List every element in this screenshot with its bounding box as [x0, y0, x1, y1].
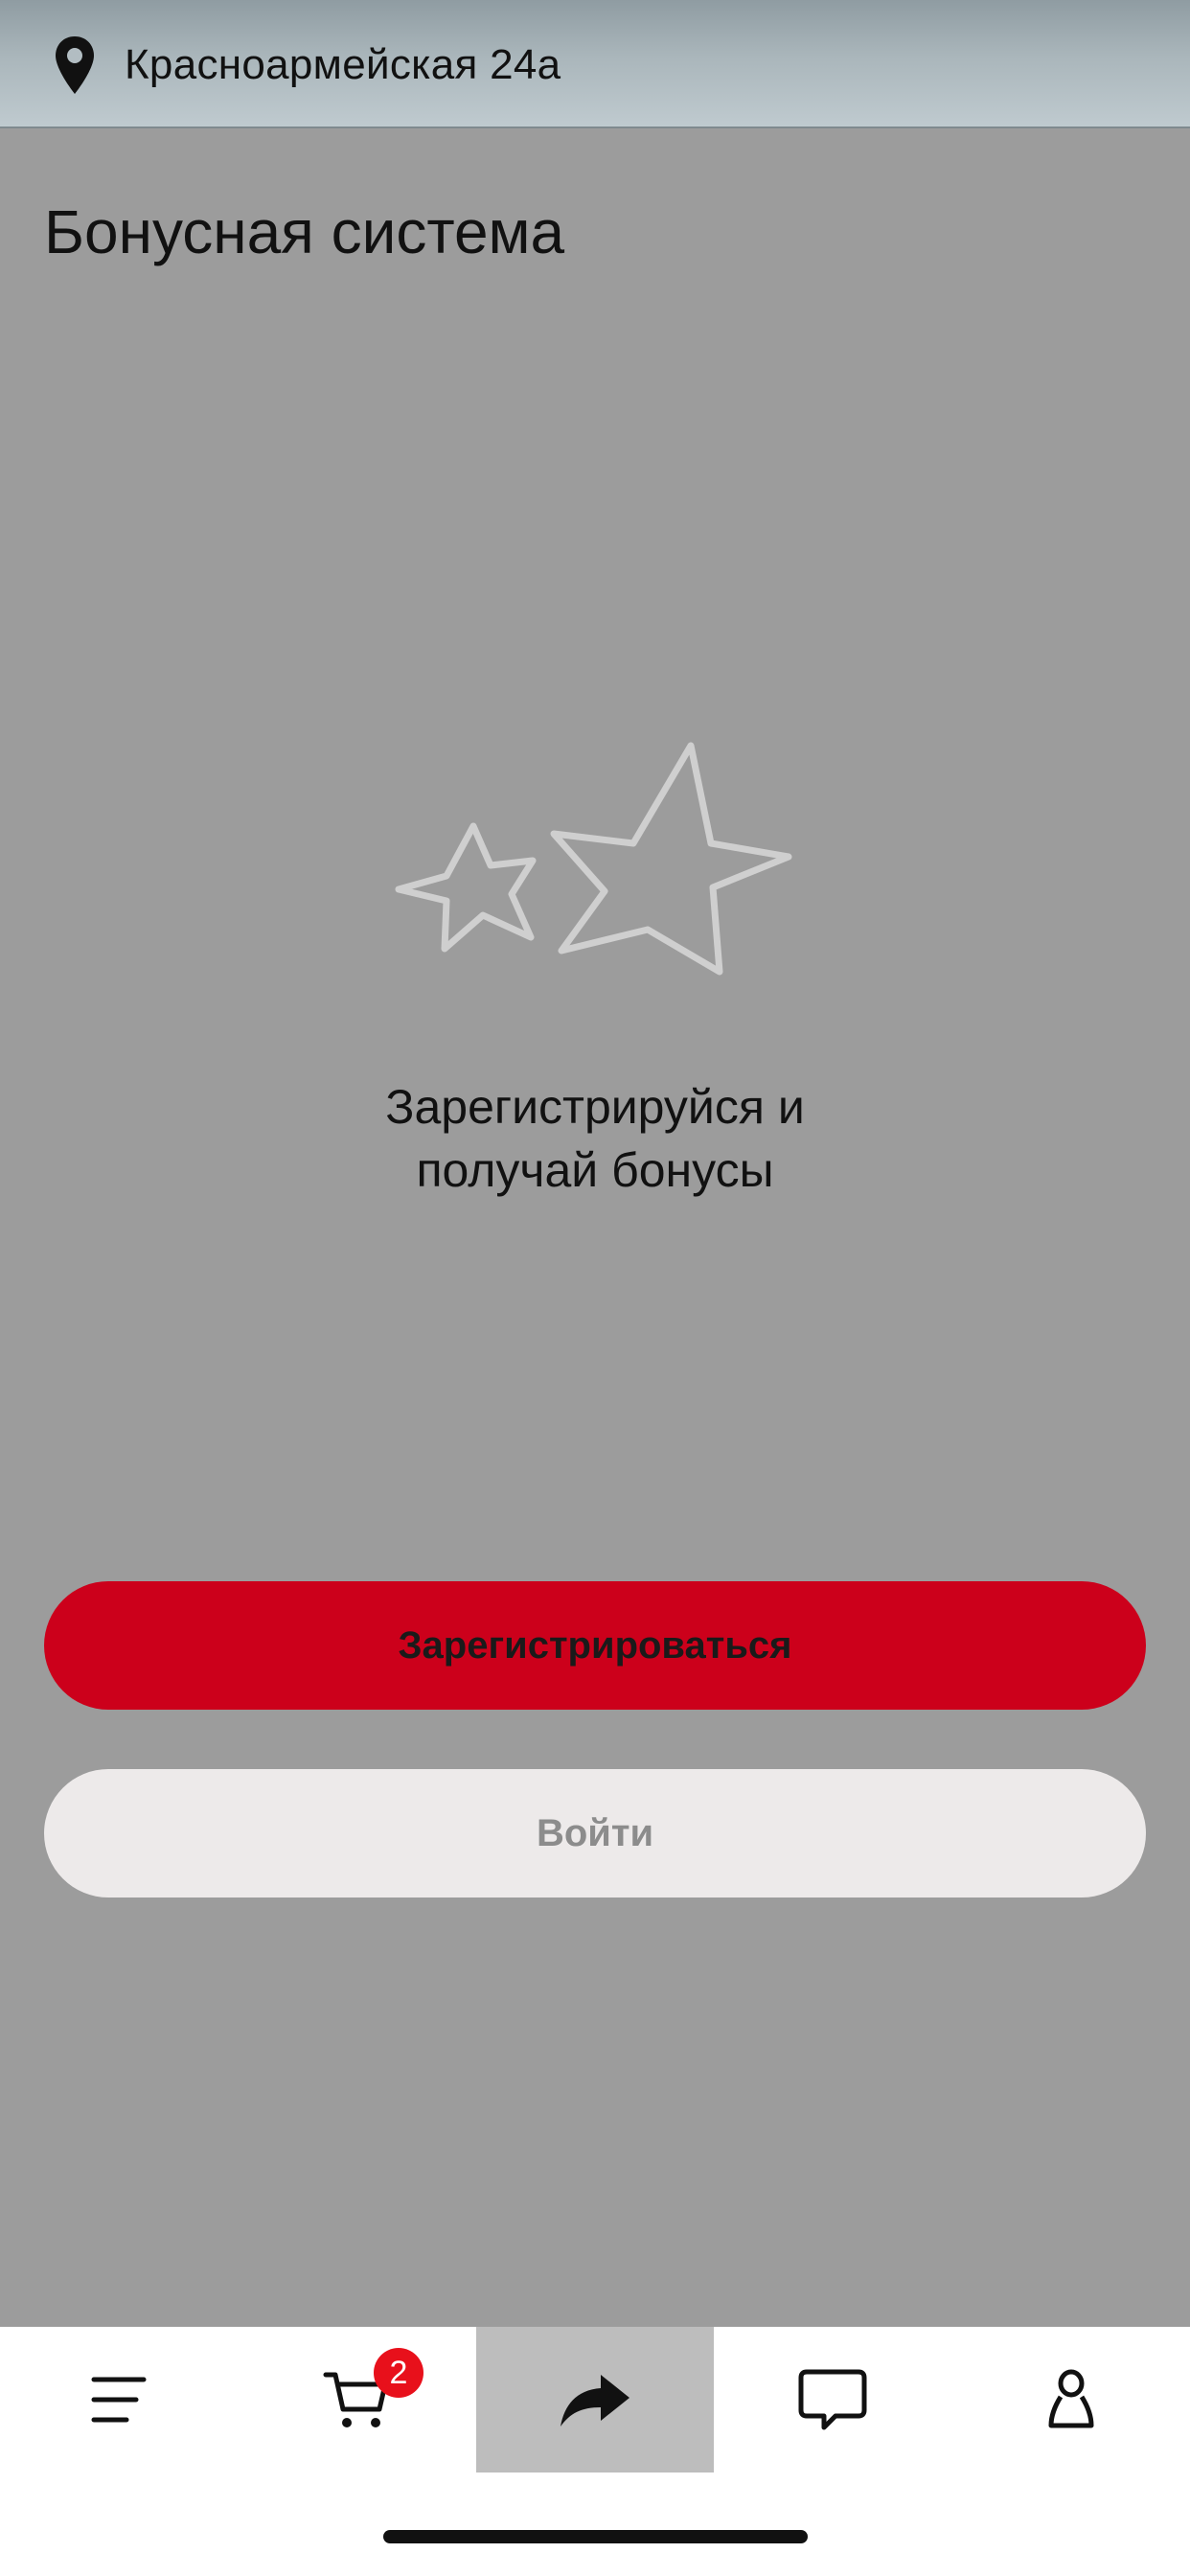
promo-line-2: получай бонусы [416, 1143, 774, 1197]
small-star-icon [395, 822, 537, 953]
promo-text: Зарегистрируйся и получай бонусы [212, 1075, 978, 1202]
login-button[interactable]: Войти [44, 1769, 1146, 1898]
register-button[interactable]: Зарегистрироваться [44, 1581, 1146, 1710]
menu-icon [91, 2377, 147, 2423]
tab-share[interactable] [476, 2327, 714, 2472]
tab-bar: 2 [0, 2327, 1190, 2576]
chat-icon [798, 2369, 867, 2430]
cart-badge: 2 [374, 2348, 423, 2398]
page-title: Бонусная система [44, 197, 565, 266]
location-pin-icon [56, 36, 94, 94]
stars-icon [395, 742, 792, 976]
tab-profile[interactable] [952, 2327, 1190, 2472]
tab-chat[interactable] [714, 2327, 951, 2472]
tab-cart[interactable]: 2 [238, 2327, 475, 2472]
large-star-icon [550, 742, 792, 976]
location-bar[interactable]: Красноармейская 24а [0, 0, 1190, 128]
share-icon [561, 2375, 629, 2426]
home-indicator [383, 2530, 808, 2543]
tab-menu[interactable] [0, 2327, 238, 2472]
location-address: Красноармейская 24а [125, 41, 561, 88]
profile-icon [1048, 2369, 1094, 2428]
promo-line-1: Зарегистрируйся и [385, 1080, 805, 1134]
